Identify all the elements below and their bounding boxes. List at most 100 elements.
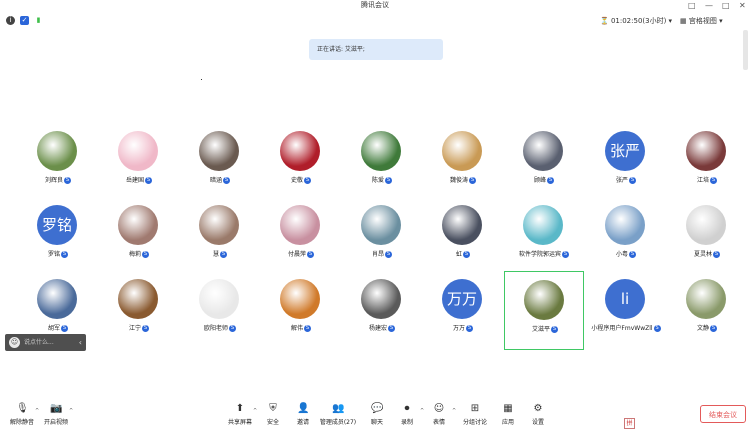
window-icon[interactable]: □ (688, 0, 696, 11)
members-icon: 👥 (332, 403, 345, 414)
participant-tile[interactable]: 小粤 S (586, 202, 666, 272)
window-title: 腾讯会议 (361, 1, 389, 9)
participant-name-text: 陈爱 (371, 177, 384, 184)
camera-off-button[interactable]: 📷 开启视频 ^ (36, 396, 76, 430)
participant-tile[interactable]: 软件学院郭运宾 S (504, 202, 584, 272)
toolbar-label: 开启视频 (43, 419, 68, 426)
participant-avatar: 张严 (605, 131, 645, 171)
muted-mic-icon: S (562, 251, 569, 258)
participant-tile[interactable]: 杨建宏 S (342, 276, 422, 346)
participant-name-text: 软件学院郭运宾 (518, 251, 561, 258)
members-button[interactable]: 👥 管理成员(27) (318, 396, 358, 430)
emoji-button[interactable]: ☺ 表情 ^ (419, 396, 459, 430)
participant-tile[interactable]: 欧阳老师 S (180, 276, 260, 346)
participant-tile[interactable]: 肖昂 S (342, 202, 422, 272)
muted-mic-icon: S (551, 326, 558, 333)
participant-avatar (37, 279, 77, 319)
participant-avatar: li (605, 279, 645, 319)
muted-mic-icon: S (223, 177, 230, 184)
participant-tile[interactable]: 江宁 S (99, 276, 179, 346)
participant-tile[interactable]: 魏俊涛 S (423, 128, 503, 198)
participant-name-text: 胡军 (47, 325, 60, 332)
participant-tile[interactable]: 艾滋平 S (504, 271, 584, 350)
invite-button[interactable]: 👤 邀请 (283, 396, 323, 430)
participant-name-text: 暗涵 (209, 177, 222, 184)
participant-avatar (605, 205, 645, 245)
participant-name-text: 欧阳老师 (203, 325, 228, 332)
participant-tile[interactable]: 慧S (180, 202, 260, 272)
participant-name-text: 刘辉良 (44, 177, 63, 184)
muted-mic-icon: S (713, 251, 720, 258)
collapse-chat-icon[interactable]: ‹ (79, 334, 82, 351)
participant-name-text: 魏俊涛 (449, 177, 468, 184)
participant-tile[interactable]: 付晨萍 S (261, 202, 341, 272)
chat-input-box[interactable]: ☺ 说点什么... ‹ (5, 334, 86, 351)
participant-avatar (280, 205, 320, 245)
participant-tile[interactable]: 江培 S (667, 128, 747, 198)
muted-mic-icon: S (385, 177, 392, 184)
muted-mic-icon: S (229, 325, 236, 332)
ime-indicator[interactable]: 拼 (624, 418, 635, 429)
participant-name-text: 艾滋平 (531, 326, 550, 333)
bottom-toolbar: 🎙 解除静音 ^ 📷 开启视频 ^ ⬆ 共享屏幕 ^ ⛨ 安全 👤 邀请 👥 管理成员(27) 💬 聊天 ⏺ 录制 ^… (0, 396, 750, 430)
muted-mic-icon: S (304, 325, 311, 332)
participant-avatar: 万万 (442, 279, 482, 319)
speaking-indicator: 正在讲话: 艾滋平; (309, 39, 443, 60)
participant-tile[interactable]: 顾峰 S (504, 128, 584, 198)
meeting-top-bar: i ✓ ▮ ⏳ 01:02:50(3小时) ▾ ▦ 宫格视图 ▾ (0, 12, 750, 30)
participant-tile[interactable]: 解伟 S (261, 276, 341, 346)
scrollbar[interactable] (743, 30, 748, 70)
participant-name-text: 文静 (696, 325, 709, 332)
muted-mic-icon: S (385, 251, 392, 258)
participant-avatar (361, 205, 401, 245)
muted-mic-icon: S (142, 251, 149, 258)
participant-name-text: 慧 (212, 251, 219, 258)
emoji-icon[interactable]: ☺ (9, 337, 20, 348)
participant-name-text: 万万 (452, 325, 465, 332)
muted-mic-icon: S (629, 251, 636, 258)
view-switch-button[interactable]: ▦ 宫格视图 ▾ (680, 16, 723, 26)
record-icon: ⏺ (404, 403, 410, 414)
participant-avatar (280, 279, 320, 319)
muted-mic-icon: S (64, 177, 71, 184)
muted-mic-icon: S (710, 325, 717, 332)
participant-tile[interactable]: 陈爱 S (342, 128, 422, 198)
signal-icon[interactable]: ▮ (34, 16, 43, 25)
camera-off-icon: 📷 (50, 403, 63, 414)
participant-tile[interactable]: 史敬 S (261, 128, 341, 198)
participant-avatar (199, 279, 239, 319)
participant-name: 夏灵林 S (657, 249, 750, 258)
participant-tile[interactable]: 罗铭 罗铭 S (18, 202, 98, 272)
participant-tile[interactable]: 张严 张严 S (586, 128, 666, 198)
participant-tile[interactable]: 文静 S (667, 276, 747, 346)
info-icon[interactable]: i (6, 16, 15, 25)
participant-name-text: 肖昂 (371, 251, 384, 258)
participant-tile[interactable]: 虹S (423, 202, 503, 272)
participant-tile[interactable]: 梅莉 S (99, 202, 179, 272)
participant-tile[interactable]: 万万 万万 S (423, 276, 503, 346)
stray-dot (201, 79, 202, 80)
maximize-icon[interactable]: □ (722, 0, 730, 11)
minimize-icon[interactable]: — (705, 0, 713, 11)
chevron-up-icon[interactable]: ^ (69, 408, 73, 414)
participant-avatar (361, 279, 401, 319)
participant-avatar (523, 205, 563, 245)
participant-tile[interactable]: 岳建国 S (99, 128, 179, 198)
security-shield-icon[interactable]: ✓ (20, 16, 29, 25)
participant-tile[interactable]: li 小程序用户FmvWwZll S (586, 276, 666, 346)
participant-avatar (686, 279, 726, 319)
participant-tile[interactable]: 夏灵林 S (667, 202, 747, 272)
invite-icon: 👤 (297, 403, 310, 414)
share-screen-icon: ⬆ (235, 403, 245, 414)
participant-tile[interactable]: 暗涵 S (180, 128, 260, 198)
participant-name: 江培 S (657, 175, 750, 184)
gear-button[interactable]: ⚙ 设置 (518, 396, 558, 430)
participant-tile[interactable]: 刘辉良 S (18, 128, 98, 198)
participant-avatar: 罗铭 (37, 205, 77, 245)
meeting-timer[interactable]: ⏳ 01:02:50(3小时) ▾ (600, 16, 672, 26)
participant-avatar (280, 131, 320, 171)
participant-name-text: 史敬 (290, 177, 303, 184)
close-icon[interactable]: ✕ (739, 0, 746, 11)
chat-icon: 💬 (371, 403, 384, 414)
end-meeting-button[interactable]: 结束会议 (700, 405, 746, 423)
